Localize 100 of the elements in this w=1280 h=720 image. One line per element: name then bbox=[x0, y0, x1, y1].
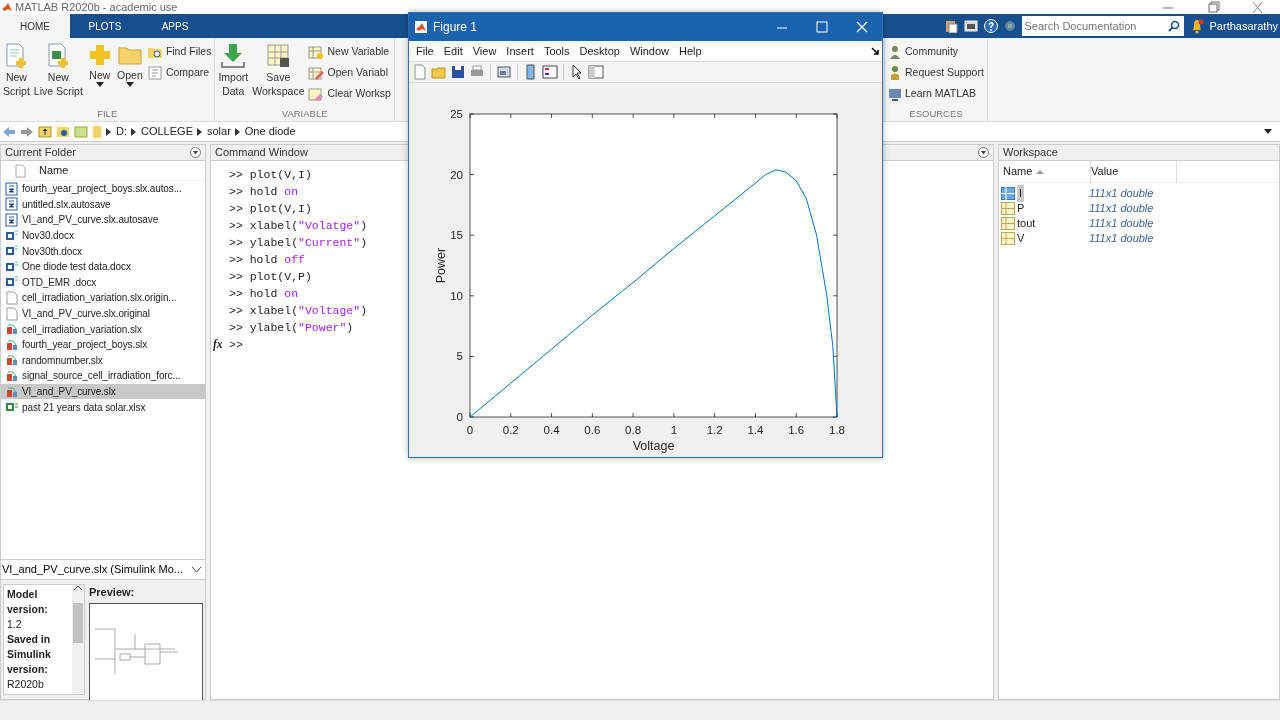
path-segment[interactable]: D: bbox=[116, 123, 127, 140]
sort-icon bbox=[1036, 168, 1045, 175]
toolstrip-button[interactable]: New Variable bbox=[308, 42, 391, 61]
tick-label: 1 bbox=[670, 424, 678, 436]
folder-entry[interactable]: signal_source_cell_irradiation_forc... bbox=[1, 368, 205, 384]
toolstrip-button[interactable]: Learn MATLAB bbox=[888, 84, 984, 103]
tick-label: 0.8 bbox=[625, 424, 642, 436]
eraser-icon bbox=[308, 85, 325, 102]
window-icon[interactable] bbox=[496, 63, 512, 80]
menu-item[interactable]: Insert bbox=[501, 42, 539, 59]
tick-label: 25 bbox=[450, 108, 463, 120]
window-title: MATLAB R2020b - academic use bbox=[15, 0, 178, 15]
function-browser-button[interactable]: fx bbox=[213, 336, 229, 353]
variable-name[interactable]: tout bbox=[1017, 215, 1036, 232]
folder-entry[interactable]: VI_and_PV_curve.slx.original bbox=[1, 305, 205, 322]
menu-item[interactable]: Help bbox=[674, 42, 707, 59]
legend-icon[interactable] bbox=[542, 63, 558, 80]
property-label: Model version: bbox=[7, 587, 49, 617]
preview-label: Preview: bbox=[89, 585, 136, 600]
panel-title: Command Window bbox=[215, 145, 308, 161]
menu-item[interactable]: Desktop bbox=[574, 42, 625, 59]
axis-label: Voltage bbox=[632, 439, 675, 453]
save-icon[interactable] bbox=[450, 63, 466, 80]
column-header[interactable]: Name bbox=[39, 162, 69, 179]
toolstrip-button[interactable]: Import Data bbox=[218, 40, 249, 100]
dock-arrow-icon[interactable] bbox=[871, 46, 879, 55]
ribbon-tab[interactable]: HOME bbox=[0, 14, 70, 38]
tick-label: 1.6 bbox=[788, 424, 805, 436]
toolstrip-button[interactable]: Find Files bbox=[146, 42, 212, 61]
model-file-icon bbox=[5, 353, 19, 368]
variable-value: 111x1 double bbox=[1089, 201, 1154, 217]
path-segment[interactable]: One diode bbox=[244, 123, 296, 140]
search-icon[interactable] bbox=[1167, 20, 1180, 32]
toolstrip-button[interactable]: New Live Script bbox=[33, 40, 83, 100]
window-icon[interactable] bbox=[963, 19, 978, 33]
command-prompt[interactable]: >> bbox=[229, 336, 243, 353]
tick-label: 10 bbox=[450, 289, 463, 302]
command-line: >> hold on bbox=[229, 184, 299, 200]
toolstrip-button[interactable]: Open Variabl bbox=[308, 63, 391, 82]
ribbon-tab[interactable]: PLOTS bbox=[70, 14, 140, 38]
toolstrip-button[interactable]: New bbox=[86, 40, 113, 90]
new-document-icon[interactable] bbox=[412, 63, 428, 80]
path-segment[interactable]: solar bbox=[206, 123, 231, 140]
folder-entry[interactable]: fourth_year_project_boys.slx bbox=[1, 336, 205, 353]
word-document-icon bbox=[5, 259, 19, 274]
menu-item[interactable]: Window bbox=[624, 42, 675, 59]
maximize-icon[interactable] bbox=[814, 21, 830, 33]
section-label: FILE bbox=[96, 107, 119, 121]
toolstrip-button[interactable]: Community bbox=[888, 42, 984, 61]
menu-item[interactable]: Edit bbox=[438, 42, 468, 59]
panel-title: Current Folder bbox=[5, 145, 76, 161]
panel-menu-button[interactable] bbox=[190, 147, 201, 158]
path-segment[interactable]: COLLEGE bbox=[141, 123, 193, 140]
help-icon[interactable] bbox=[983, 19, 998, 33]
toolstrip-button[interactable]: Clear Worksp bbox=[308, 84, 391, 103]
folder-entry[interactable]: OTD_EMR .docx bbox=[1, 274, 205, 291]
toolstrip-button[interactable]: Save Workspace bbox=[252, 40, 305, 100]
column-header[interactable]: Name bbox=[1003, 160, 1091, 183]
menu-item[interactable]: View bbox=[467, 42, 502, 59]
folder-up-icon[interactable] bbox=[38, 125, 52, 138]
tick-label: 0.6 bbox=[584, 424, 601, 436]
model-file-icon bbox=[5, 337, 19, 352]
menu-item[interactable]: File bbox=[411, 42, 439, 59]
column-header[interactable]: Value bbox=[1091, 160, 1177, 183]
menu-item[interactable]: Tools bbox=[538, 42, 575, 59]
matlab-logo-icon bbox=[2, 2, 12, 12]
folder-entry[interactable]: Nov30th.docx bbox=[1, 243, 205, 259]
variable-name[interactable]: I bbox=[1017, 185, 1025, 202]
folder-entry[interactable]: VI_and_PV_curve.slx bbox=[1, 383, 205, 400]
command-line: >> hold on bbox=[229, 286, 299, 302]
scrollbar[interactable] bbox=[72, 585, 84, 694]
folder-entry[interactable]: cell_irradiation_variation.slx.origin... bbox=[1, 290, 205, 306]
user-name[interactable]: Parthasarathy bbox=[1209, 17, 1278, 35]
folder-entry[interactable]: untitled.slx.autosave bbox=[1, 196, 205, 213]
toolstrip-button[interactable]: Open bbox=[116, 40, 143, 90]
toolstrip-button[interactable]: Request Support bbox=[888, 63, 984, 82]
command-line: >> hold off bbox=[229, 252, 305, 268]
variable-name[interactable]: P bbox=[1017, 200, 1025, 217]
close-icon[interactable] bbox=[854, 21, 870, 33]
folder-entry[interactable]: randomnumber.slx bbox=[1, 352, 205, 369]
axis-label: Power bbox=[434, 247, 448, 284]
ribbon-tab[interactable]: APPS bbox=[140, 14, 210, 38]
folder-entry[interactable]: VI_and_PV_curve.slx.autosave bbox=[1, 212, 205, 228]
folder-entry[interactable]: fourth_year_project_boys.slx.autos... bbox=[1, 181, 205, 197]
folder-entry[interactable]: cell_irradiation_variation.slx bbox=[1, 321, 205, 337]
panel-menu-button[interactable] bbox=[978, 147, 989, 158]
folder-entry[interactable]: One diode test data.docx bbox=[1, 258, 205, 275]
chevron-icon bbox=[234, 127, 241, 136]
folder-entry[interactable]: past 21 years data solar.xlsx bbox=[1, 399, 205, 415]
model-file-icon bbox=[5, 384, 19, 399]
search-field[interactable]: Search Documentation bbox=[1021, 16, 1184, 36]
figure-title: Figure 1 bbox=[433, 19, 478, 36]
tick-label: 5 bbox=[456, 350, 463, 363]
folder-icon[interactable] bbox=[56, 125, 70, 138]
back-arrow-icon[interactable] bbox=[2, 125, 16, 138]
variable-name[interactable]: V bbox=[1017, 230, 1025, 247]
folder-entry[interactable]: Nov30.docx bbox=[1, 227, 205, 244]
tick-label: 15 bbox=[450, 229, 463, 242]
toolstrip-button[interactable]: New Script bbox=[3, 40, 30, 100]
toolstrip-button[interactable]: Compare bbox=[146, 63, 212, 82]
